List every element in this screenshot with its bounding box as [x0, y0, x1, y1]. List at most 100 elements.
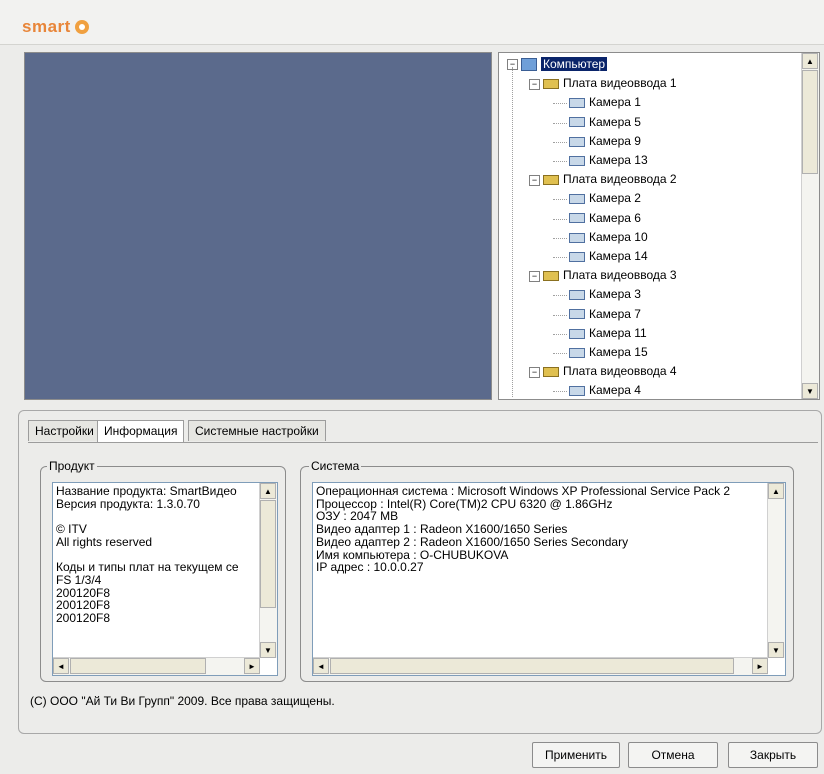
- camera-icon: [569, 309, 585, 320]
- tree-camera-item[interactable]: Камера 13: [569, 151, 648, 170]
- tree-camera-item[interactable]: Камера 15: [569, 343, 648, 362]
- tree-camera-label: Камера 4: [589, 383, 641, 398]
- camera-icon: [569, 251, 585, 262]
- tree-connector: [553, 295, 567, 297]
- system-info-textbox[interactable]: Операционная система : Microsoft Windows…: [312, 482, 786, 676]
- tree-content: − Компьютер − Плата видеоввода 1 Камера 1 Кам…: [499, 53, 801, 399]
- tree-vertical-scrollbar[interactable]: ▲ ▼: [801, 53, 819, 399]
- system-info-text: Операционная система : Microsoft Windows…: [316, 485, 765, 574]
- tree-camera-item[interactable]: Камера 5: [569, 113, 641, 132]
- scroll-thumb[interactable]: [802, 70, 818, 174]
- device-tree[interactable]: − Компьютер − Плата видеоввода 1 Камера 1 Кам…: [498, 52, 820, 400]
- tab-label: Системные настройки: [195, 424, 319, 438]
- scroll-right-icon[interactable]: ►: [244, 658, 260, 674]
- tree-root-label: Компьютер: [541, 57, 608, 71]
- computer-icon: [521, 58, 537, 72]
- tree-camera-item[interactable]: Камера 2: [569, 189, 641, 208]
- scroll-up-icon[interactable]: ▲: [260, 483, 276, 499]
- camera-icon: [569, 136, 585, 147]
- capture-board-icon: [543, 271, 559, 282]
- tree-camera-label: Камера 5: [589, 114, 641, 129]
- collapse-icon[interactable]: −: [529, 366, 540, 378]
- tree-camera-label: Камера 6: [589, 210, 641, 225]
- tree-camera-item[interactable]: Камера 4: [569, 381, 641, 399]
- camera-icon: [569, 194, 585, 205]
- tree-connector: [553, 353, 567, 354]
- tree-camera-item[interactable]: Камера 6: [569, 209, 641, 228]
- scroll-up-icon[interactable]: ▲: [768, 483, 784, 499]
- tree-camera-item[interactable]: Камера 7: [569, 305, 641, 324]
- info-line: Название продукта: SmartВидео: [56, 485, 237, 498]
- close-button[interactable]: Закрыть: [728, 742, 818, 768]
- tree-camera-item[interactable]: Камера 14: [569, 247, 648, 266]
- camera-icon: [569, 347, 585, 358]
- apply-button[interactable]: Применить: [532, 742, 620, 768]
- camera-icon: [569, 290, 585, 301]
- product-group-title: Продукт: [47, 459, 97, 473]
- tree-camera-label: Камера 13: [589, 153, 648, 167]
- tab-settings[interactable]: Настройки: [28, 420, 101, 441]
- cancel-button[interactable]: Отмена: [628, 742, 718, 768]
- info-line: © ITV: [56, 522, 87, 537]
- capture-board-icon: [543, 79, 559, 90]
- scroll-thumb[interactable]: [70, 658, 206, 674]
- scroll-left-icon[interactable]: ◄: [313, 658, 329, 674]
- scroll-right-icon[interactable]: ►: [752, 658, 768, 674]
- tree-camera-item[interactable]: Камера 9: [569, 132, 641, 151]
- tree-camera-label: Камера 11: [589, 325, 647, 340]
- tab-system-settings[interactable]: Системные настройки: [188, 420, 326, 441]
- camera-icon: [569, 155, 585, 166]
- tree-camera-item[interactable]: Камера 3: [569, 285, 641, 304]
- tree-root[interactable]: − Компьютер: [507, 55, 608, 74]
- system-horizontal-scrollbar[interactable]: ◄ ►: [313, 657, 768, 675]
- tree-camera-label: Камера 3: [589, 287, 641, 302]
- tree-camera-label: Камера 2: [589, 191, 641, 206]
- tree-board-item[interactable]: − Плата видеоввода 1: [529, 74, 677, 93]
- tree-camera-item[interactable]: Камера 1: [569, 93, 641, 112]
- system-vertical-scrollbar[interactable]: ▲ ▼: [767, 483, 785, 658]
- camera-icon: [569, 232, 585, 243]
- tree-board-item[interactable]: − Плата видеоввода 2: [529, 170, 677, 189]
- tree-connector: [553, 314, 567, 316]
- tab-divider: [28, 442, 818, 443]
- app-logo: smart: [22, 17, 89, 37]
- collapse-icon[interactable]: −: [529, 174, 540, 186]
- info-line: Видео адаптер 2 : Radeon X1600/1650 Seri…: [316, 534, 629, 549]
- tree-board-label: Плата видеоввода 4: [563, 364, 677, 379]
- tree-board-item[interactable]: − Плата видеоввода 3: [529, 266, 677, 285]
- tab-label: Информация: [104, 424, 178, 438]
- scroll-down-icon[interactable]: ▼: [768, 642, 784, 658]
- scroll-down-icon[interactable]: ▼: [260, 642, 276, 658]
- tab-label: Настройки: [35, 424, 94, 438]
- product-vertical-scrollbar[interactable]: ▲ ▼: [259, 483, 277, 658]
- info-line: FS 1/3/4: [56, 572, 102, 587]
- tree-camera-item[interactable]: Камера 11: [569, 324, 647, 343]
- product-horizontal-scrollbar[interactable]: ◄ ►: [53, 657, 260, 675]
- collapse-icon[interactable]: −: [529, 270, 540, 282]
- tree-connector: [553, 103, 567, 105]
- scroll-left-icon[interactable]: ◄: [53, 658, 69, 674]
- scroll-thumb[interactable]: [330, 658, 734, 674]
- product-info-text: Название продукта: SmartВидео Версия прод…: [56, 485, 257, 625]
- tree-connector: [553, 257, 567, 258]
- tree-camera-item[interactable]: Камера 10: [569, 228, 648, 247]
- info-line: Операционная система : Microsoft Windows…: [316, 485, 731, 498]
- camera-icon: [569, 117, 585, 128]
- tree-camera-label: Камера 14: [589, 249, 648, 263]
- product-info-textbox[interactable]: Название продукта: SmartВидео Версия прод…: [52, 482, 278, 676]
- tree-board-item[interactable]: − Плата видеоввода 4: [529, 362, 677, 381]
- collapse-icon[interactable]: −: [529, 78, 540, 90]
- video-preview: [24, 52, 492, 400]
- scroll-up-icon[interactable]: ▲: [802, 53, 818, 69]
- info-line: Версия продукта: 1.3.0.70: [56, 496, 200, 511]
- scroll-down-icon[interactable]: ▼: [802, 383, 818, 399]
- tab-information[interactable]: Информация: [97, 420, 185, 442]
- tree-connector: [512, 67, 513, 397]
- tree-connector: [553, 237, 567, 239]
- tree-connector: [553, 391, 567, 393]
- scroll-thumb[interactable]: [260, 500, 276, 608]
- app-header: smart: [0, 0, 824, 45]
- tree-camera-label: Камера 10: [589, 229, 648, 244]
- tree-connector: [553, 122, 567, 124]
- copyright-text: (C) ООО "Ай Ти Ви Групп" 2009. Все права…: [30, 694, 335, 708]
